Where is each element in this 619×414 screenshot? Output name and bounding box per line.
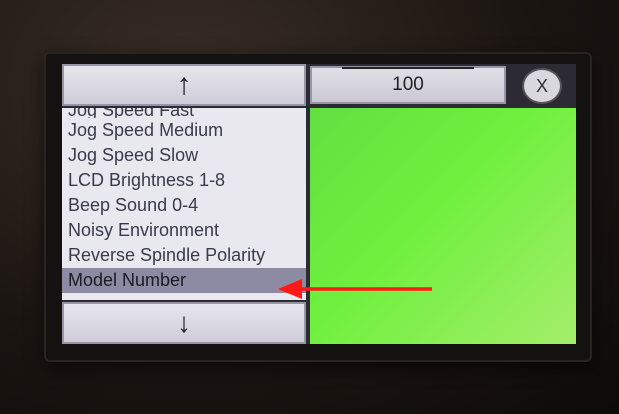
list-item-jog-speed-slow[interactable]: Jog Speed Slow xyxy=(62,143,306,168)
list-item-label: Jog Speed Medium xyxy=(68,120,224,140)
list-item-label: Noisy Environment xyxy=(68,220,220,240)
annotation-arrow-icon xyxy=(278,279,432,299)
close-button[interactable]: X xyxy=(522,68,562,104)
list-item-label: Jog Speed Fast xyxy=(68,108,195,118)
value-text: 100 xyxy=(392,74,424,95)
list-item-lcd-brightness[interactable]: LCD Brightness 1-8 xyxy=(62,168,306,193)
preview-panel xyxy=(310,108,576,344)
list-item-model-number[interactable]: Model Number xyxy=(62,268,306,293)
list-item-jog-speed-medium[interactable]: Jog Speed Medium xyxy=(62,118,306,143)
list-item-label: Beep Sound 0-4 xyxy=(68,195,199,215)
scroll-down-button[interactable]: ↓ xyxy=(62,302,306,344)
list-item-partial[interactable]: Jog Speed Fast xyxy=(62,108,306,118)
list-item-label: Model Number xyxy=(68,270,187,290)
scroll-up-button[interactable]: ↑ xyxy=(62,64,306,106)
list-item-label: LCD Brightness 1-8 xyxy=(68,170,226,190)
touch-screen: ↑ 100 X Jog Speed Fast Jog Speed Medium … xyxy=(62,64,576,344)
arrow-down-icon: ↓ xyxy=(177,307,191,338)
list-item-reverse-spindle-polarity[interactable]: Reverse Spindle Polarity xyxy=(62,243,306,268)
list-item-noisy-environment[interactable]: Noisy Environment xyxy=(62,218,306,243)
list-item-beep-sound[interactable]: Beep Sound 0-4 xyxy=(62,193,306,218)
settings-list: Jog Speed Fast Jog Speed Medium Jog Spee… xyxy=(62,108,306,300)
list-item-label: Jog Speed Slow xyxy=(68,145,199,165)
value-display: 100 xyxy=(310,66,506,104)
list-item-label: Reverse Spindle Polarity xyxy=(68,245,266,265)
arrow-up-icon: ↑ xyxy=(176,68,192,101)
close-icon: X xyxy=(535,75,548,96)
